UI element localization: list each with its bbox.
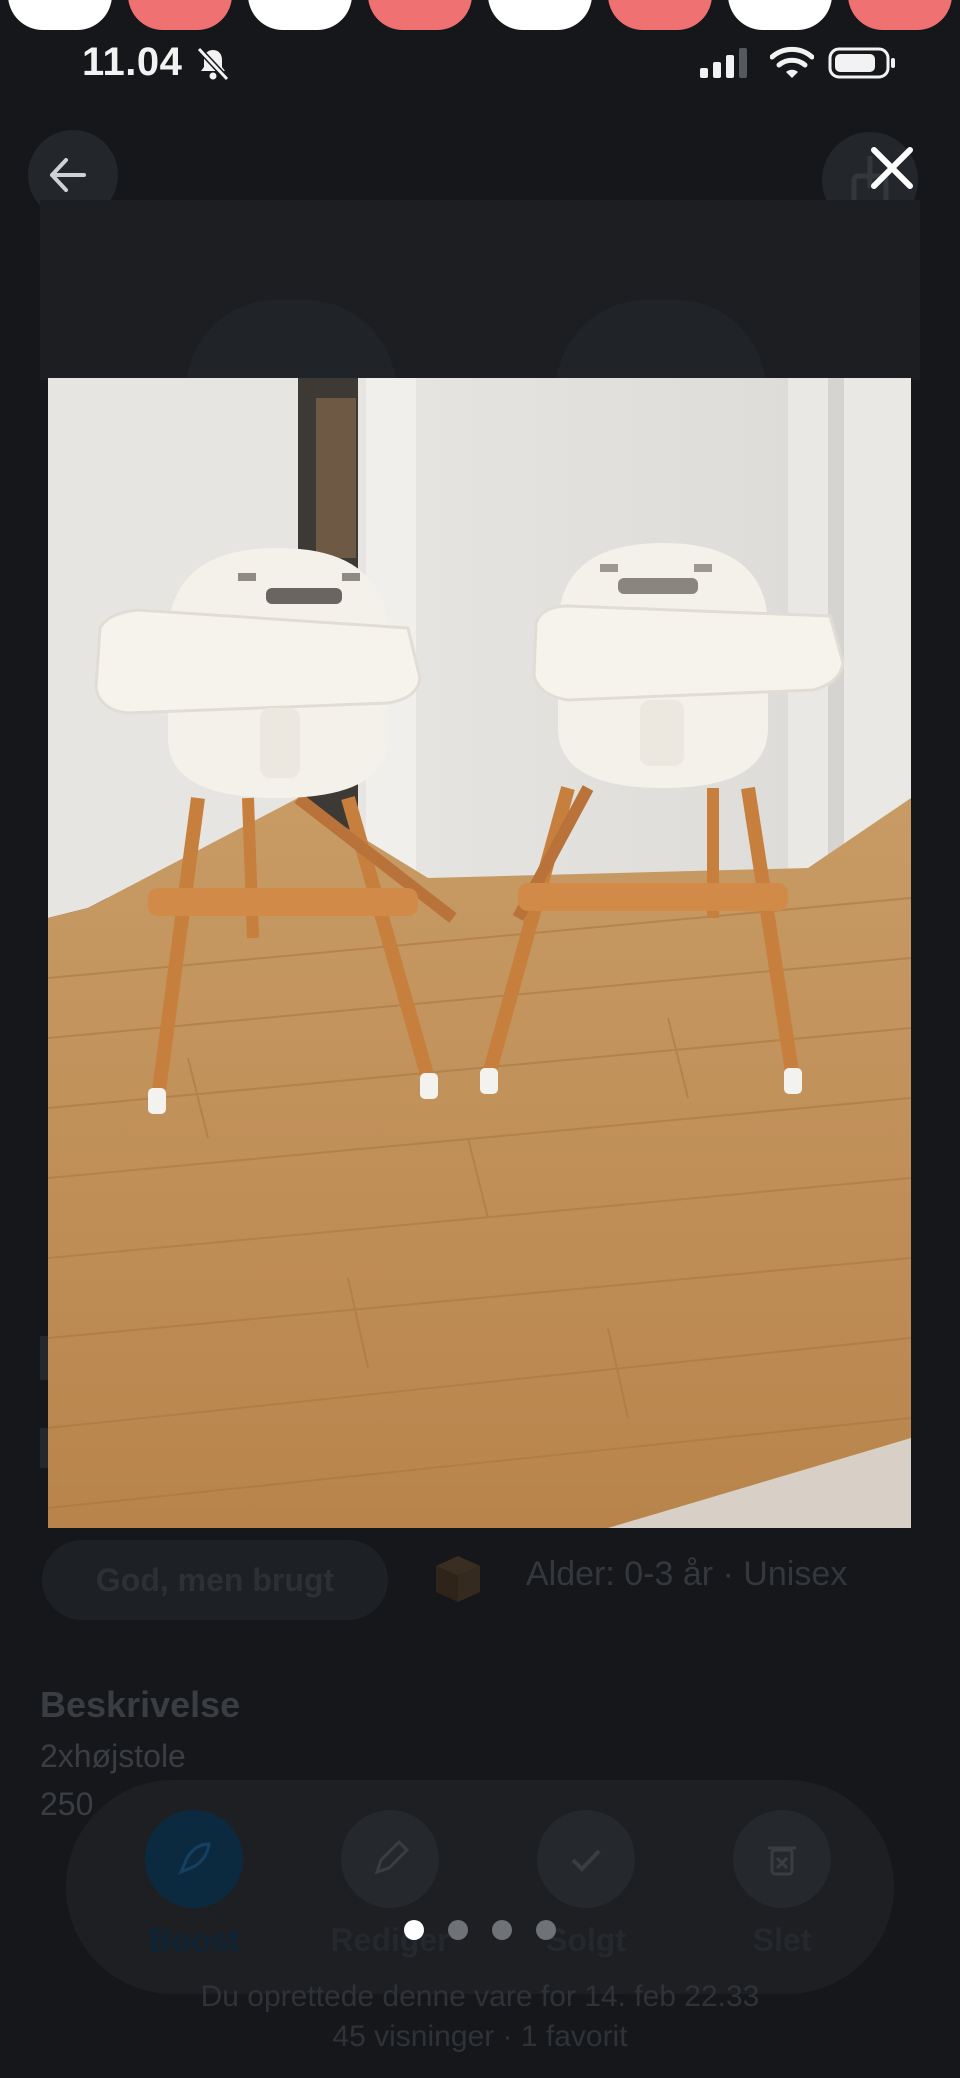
check-icon [537,1810,635,1908]
battery-icon [828,47,895,79]
product-photo[interactable] [48,378,911,1528]
background-text-fragment [40,1428,48,1468]
pager-dot[interactable] [448,1920,468,1940]
background-action-bar: Boost Rediger Solgt Slet [66,1780,894,1994]
bell-muted-icon [196,46,230,82]
decor-circle [608,0,712,30]
trash-icon [733,1810,831,1908]
background-text-fragment [40,1336,48,1380]
top-decorative-circles [0,0,960,30]
decor-circle [728,0,832,30]
pencil-icon [341,1810,439,1908]
description-title: Beskrivelse [40,1684,241,1725]
pager-dot[interactable] [536,1920,556,1940]
decor-circle [248,0,352,30]
decor-circle [8,0,112,30]
background-photo-frame [40,200,920,380]
description-line: 2xhøjstole [40,1738,186,1774]
signal-icon [700,48,747,78]
status-time: 11.04 [82,40,183,84]
pager-dot[interactable] [492,1920,512,1940]
close-button[interactable] [862,138,922,198]
decor-circle [488,0,592,30]
decor-circle [848,0,952,30]
back-arrow-icon [50,158,86,192]
pager-dot-active[interactable] [404,1920,424,1940]
close-icon [871,147,913,189]
image-pager[interactable] [0,1920,960,1940]
decor-circle [128,0,232,30]
wifi-icon [770,46,814,78]
decor-circle [368,0,472,30]
condition-chip: God, men brugt [42,1540,388,1620]
description-line: 250 [40,1786,94,1822]
photo-two-high-chairs [48,378,911,1528]
attributes-text: Alder: 0-3 år · Unisex [526,1555,848,1593]
view-stats: 45 visninger · 1 favorit [332,2020,628,2053]
rocket-icon [145,1810,243,1908]
created-info: Du oprettede denne vare for 14. feb 22.3… [200,1980,760,2013]
package-icon [436,1556,480,1602]
